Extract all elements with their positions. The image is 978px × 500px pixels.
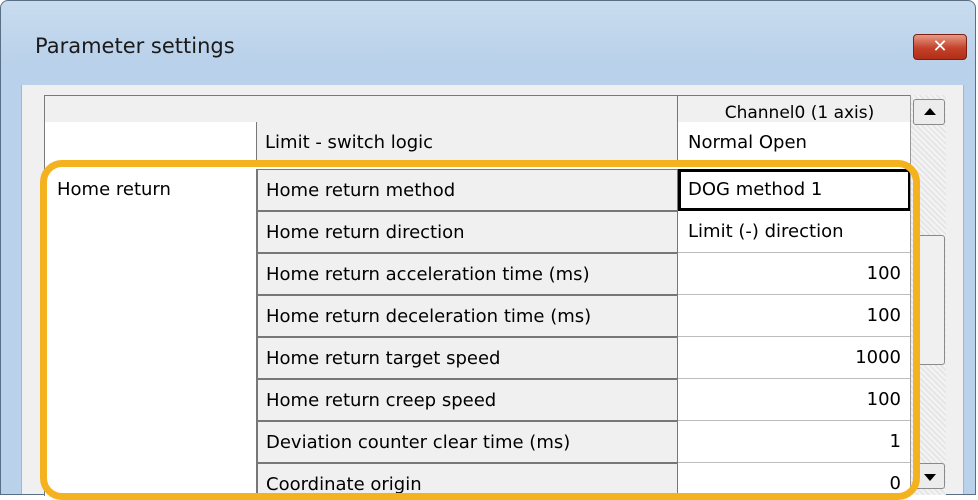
scroll-down-button[interactable] bbox=[913, 463, 945, 489]
parameter-name: Limit - switch logic bbox=[257, 122, 678, 164]
parameter-value[interactable]: Normal Open bbox=[678, 122, 911, 164]
table-row: Deviation counter clear time (ms) 1 bbox=[45, 421, 911, 463]
parameter-name: Home return target speed bbox=[257, 337, 678, 379]
category-cell bbox=[45, 122, 257, 164]
category-cell bbox=[45, 253, 257, 295]
table-row: Home return direction Limit (-) directio… bbox=[45, 211, 911, 253]
window-title: Parameter settings bbox=[35, 34, 235, 58]
parameter-name: Home return direction bbox=[257, 211, 678, 253]
table-row: Home return Home return method DOG metho… bbox=[45, 169, 911, 211]
parameter-name: Home return deceleration time (ms) bbox=[257, 295, 678, 337]
parameter-value[interactable]: 100 bbox=[678, 379, 911, 421]
parameter-name: Coordinate origin bbox=[257, 463, 678, 496]
close-icon: ✕ bbox=[932, 36, 948, 57]
table-row: Home return target speed 1000 bbox=[45, 337, 911, 379]
category-cell bbox=[45, 421, 257, 463]
scroll-up-button[interactable] bbox=[913, 99, 945, 125]
parameter-value[interactable]: 100 bbox=[678, 295, 911, 337]
parameter-grid: Channel0 (1 axis) Limit - switch logic N… bbox=[44, 95, 911, 496]
table-row: Home return creep speed 100 bbox=[45, 379, 911, 421]
category-cell bbox=[45, 379, 257, 421]
table-row: Limit - switch logic Normal Open bbox=[45, 122, 911, 164]
category-cell bbox=[45, 295, 257, 337]
arrow-down-icon bbox=[924, 474, 936, 481]
category-cell bbox=[45, 463, 257, 496]
parameter-value[interactable]: Limit (-) direction bbox=[678, 211, 911, 253]
title-bar[interactable]: Parameter settings ✕ bbox=[1, 1, 975, 85]
scrollbar-thumb[interactable] bbox=[913, 235, 945, 365]
table-row: Home return acceleration time (ms) 100 bbox=[45, 253, 911, 295]
parameter-name: Deviation counter clear time (ms) bbox=[257, 421, 678, 463]
parameter-value[interactable]: 0 bbox=[678, 463, 911, 496]
table-row: Coordinate origin 0 bbox=[45, 463, 911, 496]
vertical-scrollbar[interactable] bbox=[910, 95, 946, 495]
parameter-value[interactable]: 100 bbox=[678, 253, 911, 295]
parameter-value[interactable]: 1 bbox=[678, 421, 911, 463]
arrow-up-icon bbox=[924, 108, 936, 115]
category-cell bbox=[45, 337, 257, 379]
parameter-name: Home return creep speed bbox=[257, 379, 678, 421]
category-cell-home-return: Home return bbox=[45, 169, 257, 211]
parameter-name: Home return method bbox=[257, 169, 678, 211]
table-row: Home return deceleration time (ms) 100 bbox=[45, 295, 911, 337]
parameter-name: Home return acceleration time (ms) bbox=[257, 253, 678, 295]
selected-cell-outline bbox=[678, 169, 911, 211]
category-cell bbox=[45, 211, 257, 253]
parameter-value[interactable]: 1000 bbox=[678, 337, 911, 379]
close-button[interactable]: ✕ bbox=[913, 34, 967, 60]
